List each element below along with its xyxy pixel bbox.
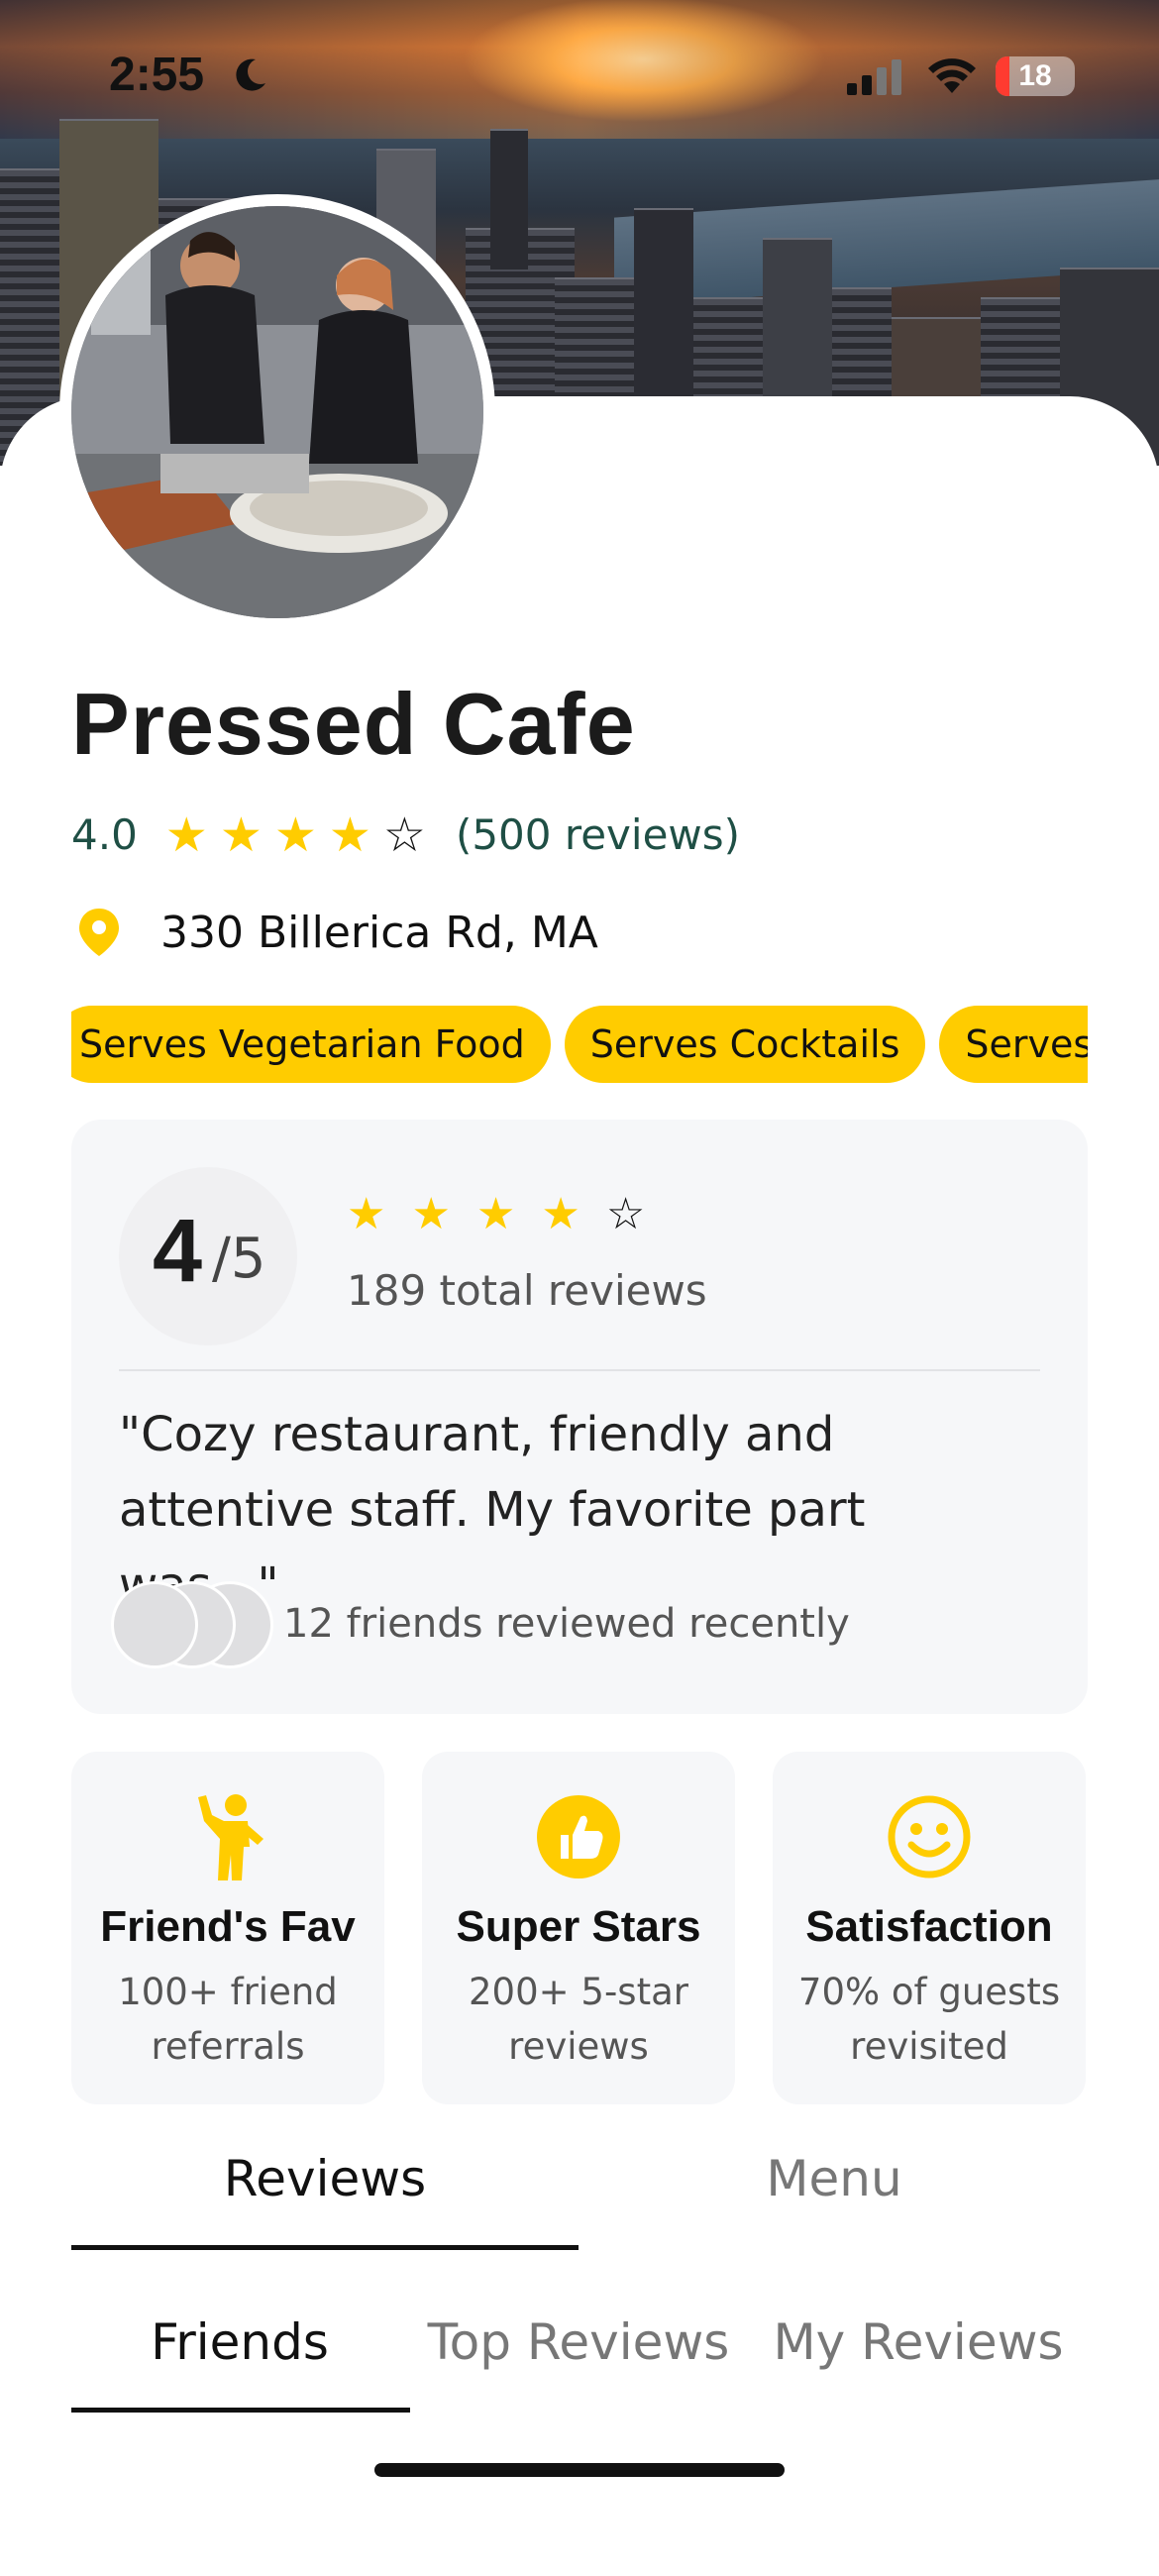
home-indicator (374, 2463, 785, 2477)
badge-title: Friend's Fav (100, 1902, 356, 1951)
score-circle: 4 /5 (119, 1167, 297, 1345)
star-filled-icon: ★ (541, 1189, 580, 1239)
badge-super-stars[interactable]: Super Stars 200+ 5-star reviews (422, 1752, 735, 2104)
location-pin-icon (79, 909, 119, 956)
badge-friends-fav[interactable]: Friend's Fav 100+ friend referrals (71, 1752, 384, 2104)
badge-satisfaction[interactable]: Satisfaction 70% of guests revisited (773, 1752, 1086, 2104)
star-empty-icon: ☆ (605, 1189, 646, 1239)
friend-avatars (111, 1581, 273, 1668)
star-filled-icon: ★ (219, 806, 263, 863)
battery-level-text: 18 (1018, 59, 1052, 92)
friends-reviewed-row[interactable]: 12 friends reviewed recently (111, 1581, 850, 1668)
star-filled-icon: ★ (328, 806, 371, 863)
tab-reviews-indicator (71, 2245, 579, 2250)
tag-chip[interactable]: Serves Vegetarian Food (71, 1006, 551, 1083)
building (490, 129, 528, 269)
tags-track: Serves Vegetarian Food Serves Cocktails Se… (71, 1006, 1088, 1083)
rating-value: 4.0 (71, 810, 138, 859)
battery-icon: 18 (996, 56, 1075, 96)
kitchen-scene-image (71, 206, 483, 618)
status-time: 2:55 (109, 49, 205, 101)
total-reviews: 189 total reviews (347, 1266, 707, 1315)
badge-subtitle: 200+ 5-star reviews (469, 1971, 688, 2068)
badge-subtitle: 100+ friend referrals (118, 1971, 338, 2068)
friends-reviewed-text: 12 friends reviewed recently (283, 1601, 850, 1647)
subtab-top-reviews[interactable]: Top Reviews (408, 2313, 749, 2371)
summary-stars: ★ ★ ★ ★ ☆ (347, 1189, 645, 1239)
star-filled-icon: ★ (164, 806, 208, 863)
star-filled-icon: ★ (411, 1189, 451, 1239)
subtab-my-reviews[interactable]: My Reviews (749, 2313, 1088, 2371)
subtab-friends-indicator (71, 2408, 410, 2413)
star-filled-icon: ★ (475, 1189, 516, 1239)
thumbs-up-icon (537, 1795, 620, 1878)
star-empty-icon: ☆ (382, 806, 426, 863)
rating-stars: ★ ★ ★ ★ ☆ (165, 811, 426, 859)
star-filled-icon: ★ (347, 1189, 386, 1239)
wifi-icon (928, 58, 976, 93)
tab-menu[interactable]: Menu (580, 2150, 1088, 2207)
cellular-signal-icon (847, 59, 901, 95)
restaurant-name: Pressed Cafe (71, 675, 636, 773)
address-text: 330 Billerica Rd, MA (160, 907, 598, 958)
avatar (111, 1581, 198, 1668)
reviews-count-link[interactable]: (500 reviews) (456, 810, 740, 859)
review-summary-card[interactable]: 4 /5 ★ ★ ★ ★ ☆ 189 total reviews "Cozy resta… (71, 1120, 1088, 1714)
score-value: 4 (153, 1202, 203, 1301)
score-max: /5 (212, 1227, 266, 1291)
rating-row: 4.0 ★ ★ ★ ★ ☆ (500 reviews) (71, 810, 740, 859)
badge-title: Super Stars (456, 1902, 701, 1951)
person-waving-icon (198, 1794, 263, 1880)
address-row[interactable]: 330 Billerica Rd, MA (77, 907, 598, 958)
tag-chip[interactable]: Serves Desserts (939, 1006, 1088, 1083)
moon-icon (236, 58, 265, 91)
badge-subtitle: 70% of guests revisited (797, 1971, 1061, 2068)
restaurant-photo[interactable] (59, 194, 495, 630)
tags-scroller[interactable]: Serves Vegetarian Food Serves Cocktails Se… (71, 1006, 1088, 1083)
subtab-friends[interactable]: Friends (71, 2313, 408, 2371)
status-bar: 2:55 18 (0, 0, 1159, 149)
tag-chip[interactable]: Serves Cocktails (564, 1006, 926, 1083)
badge-title: Satisfaction (805, 1902, 1053, 1951)
tab-reviews[interactable]: Reviews (71, 2150, 579, 2207)
star-filled-icon: ★ (273, 806, 317, 863)
smiley-icon (888, 1795, 971, 1878)
chefs-kitchen-image (71, 206, 483, 618)
divider (119, 1369, 1040, 1371)
